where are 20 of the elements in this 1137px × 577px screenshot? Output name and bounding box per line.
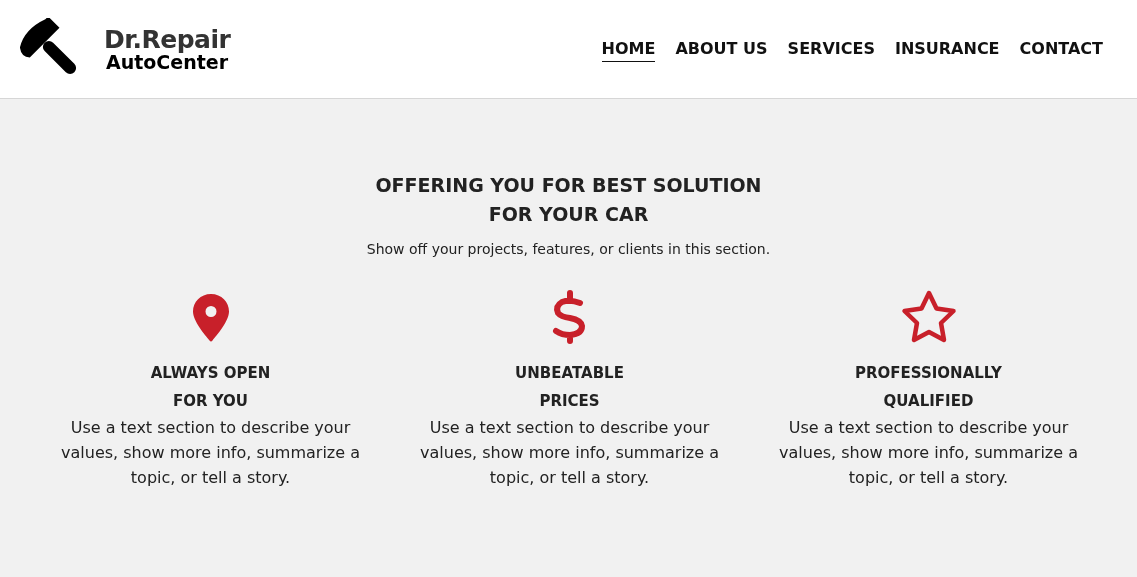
nav-link[interactable]: INSURANCE	[894, 36, 1000, 62]
feature-title: UNBEATABLE	[515, 363, 624, 384]
feature-title: QUALIFIED	[883, 391, 974, 412]
feature-title: FOR YOU	[172, 391, 248, 412]
nav-link[interactable]: ABOUT US	[675, 36, 768, 62]
feature-title: PRICES	[539, 391, 600, 412]
feature-title: PROFESSIONALLY	[855, 363, 1002, 384]
nav-link[interactable]: SERVICES	[787, 36, 875, 62]
section-title: OFFERING YOU FOR BEST SOLUTION	[375, 173, 762, 198]
nav-link[interactable]: HOME	[601, 36, 656, 62]
logo-subtitle: AutoCenter	[106, 52, 229, 72]
section-title: FOR YOUR CAR	[488, 202, 649, 227]
feature-description: Use a text section to describe your values, show more info, summarize a topic, or tell a story.	[778, 417, 1079, 489]
nav-link[interactable]: CONTACT	[1019, 36, 1103, 62]
location-pin-icon	[190, 292, 231, 342]
feature-description: Use a text section to describe your values, show more info, summarize a topic, or tell a story.	[419, 417, 720, 489]
feature-description: Use a text section to describe your values, show more info, summarize a topic, or tell a story.	[60, 417, 361, 489]
feature-title: ALWAYS OPEN	[150, 363, 271, 384]
section-subtitle: Show off your projects, features, or clients in this section.	[365, 241, 772, 257]
logo-name: Dr.Repair	[104, 26, 231, 52]
